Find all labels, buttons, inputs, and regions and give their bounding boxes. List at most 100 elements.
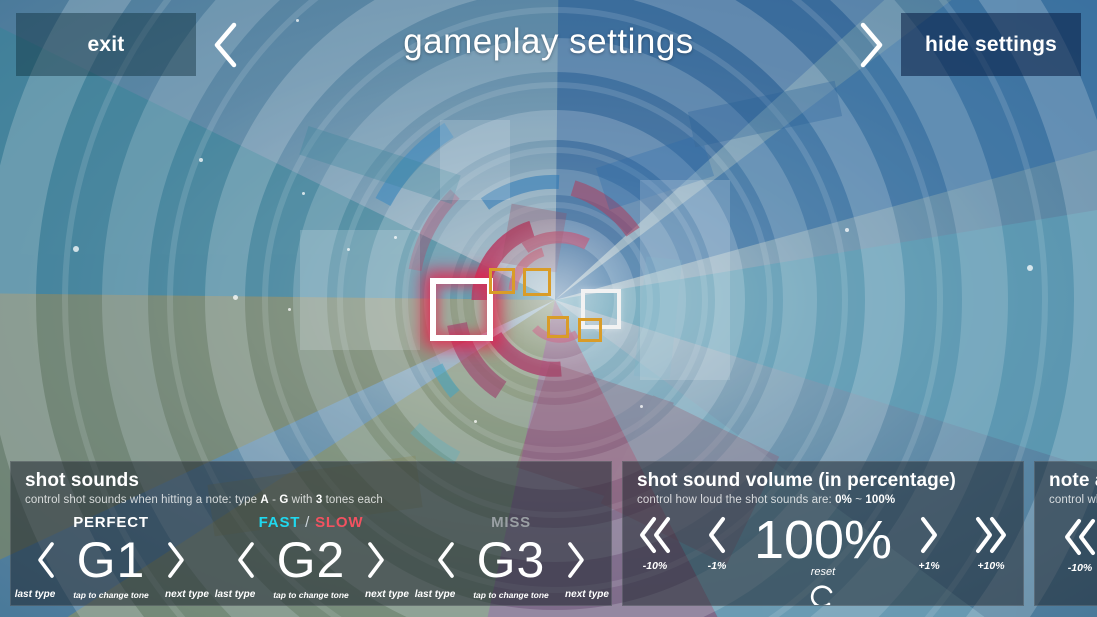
chevron-right-icon	[368, 542, 384, 578]
chevron-left-icon	[709, 517, 725, 553]
fast-slow-previous-type-label: last type	[214, 589, 256, 600]
shot-sounds-title: shot sounds	[25, 470, 140, 491]
perfect-tone-hint-label: tap to change tone	[73, 590, 149, 600]
note-square-amber-3	[547, 316, 569, 338]
miss-tone-value[interactable]: G3	[465, 535, 557, 585]
volume-subtitle: control how loud the shot sounds are: 0%…	[623, 492, 1023, 506]
fast-slow-tone-value[interactable]: G2	[265, 535, 357, 585]
particle-star	[233, 295, 238, 300]
particle-star	[73, 246, 79, 252]
particle-star	[845, 228, 849, 232]
fast-slow-previous-type-button[interactable]	[233, 540, 259, 580]
tone-group-fast-slow-labels: last type tap to change tone next type	[211, 589, 411, 600]
settings-panels: shot sounds control shot sounds when hit…	[0, 450, 1097, 617]
volume-decrease-10-button[interactable]	[634, 512, 676, 558]
chevron-double-left-icon	[640, 517, 670, 553]
chevron-right-icon	[168, 542, 184, 578]
note-appearance-decrease-10-label: -10%	[1067, 562, 1093, 574]
tone-group-perfect-heading: PERFECT	[73, 514, 149, 531]
volume-decrease-10-control: -10%	[624, 512, 686, 572]
tone-group-miss-heading: MISS	[491, 514, 531, 531]
volume-controls-row: -10% -1% 100% reset +1% +10%	[623, 512, 1023, 605]
chevron-left-icon	[38, 542, 54, 578]
chevron-right-icon	[860, 22, 883, 68]
volume-decrease-1-label: -1%	[707, 560, 727, 572]
particle-star	[394, 236, 397, 239]
volume-subtitle-pre: control how loud the shot sounds are:	[637, 494, 836, 506]
fast-slow-next-type-button[interactable]	[363, 540, 389, 580]
shot-sounds-subtitle-a: A	[260, 494, 269, 506]
volume-increase-10-label: +10%	[977, 560, 1005, 572]
slow-label: SLOW	[315, 514, 364, 531]
volume-subtitle-min: 0%	[835, 494, 852, 506]
hide-settings-button[interactable]: hide settings	[901, 13, 1081, 76]
volume-increase-10-button[interactable]	[970, 512, 1012, 558]
tone-group-perfect: PERFECT G1 last type tap to change tone …	[11, 514, 211, 605]
miss-previous-type-label: last type	[414, 589, 456, 600]
particle-star	[302, 192, 305, 195]
chevron-right-icon	[568, 542, 584, 578]
panel-shot-sounds: shot sounds control shot sounds when hit…	[10, 461, 612, 606]
chevron-right-icon	[921, 517, 937, 553]
tone-group-fast-slow-heading: FAST / SLOW	[211, 514, 411, 531]
particle-star	[474, 420, 477, 423]
volume-title: shot sound volume (in percentage)	[637, 470, 956, 491]
note-appearance-controls-row: -10%	[1035, 514, 1097, 574]
shot-sounds-subtitle: control shot sounds when hitting a note:…	[11, 492, 611, 506]
note-square-amber-2	[523, 268, 551, 296]
note-appearance-decrease-10-control: -10%	[1049, 514, 1097, 574]
shot-sounds-subtitle-dash: -	[268, 494, 280, 506]
fast-slow-slash: /	[300, 514, 316, 531]
miss-previous-type-button[interactable]	[433, 540, 459, 580]
volume-reset-label: reset	[810, 566, 836, 578]
note-square-amber-4	[578, 318, 602, 342]
particle-star	[288, 308, 291, 311]
volume-increase-1-control: +1%	[898, 512, 960, 572]
volume-increase-1-button[interactable]	[914, 512, 944, 558]
note-appearance-title: note ap	[1049, 470, 1097, 491]
particle-star	[347, 248, 350, 251]
top-bar: exit gameplay settings hide settings	[0, 0, 1097, 90]
volume-increase-1-label: +1%	[918, 560, 940, 572]
note-square-amber-1	[489, 268, 515, 294]
app-root: exit gameplay settings hide settings sho…	[0, 0, 1097, 617]
miss-next-type-label: next type	[565, 589, 609, 600]
perfect-next-type-button[interactable]	[163, 540, 189, 580]
chevron-double-left-icon	[1065, 519, 1095, 555]
fast-label: FAST	[258, 514, 301, 531]
note-appearance-subtitle: control wh	[1049, 494, 1097, 506]
perfect-tone-value[interactable]: G1	[65, 535, 157, 585]
volume-decrease-1-button[interactable]	[702, 512, 732, 558]
particle-star	[199, 158, 203, 162]
tone-group-miss-labels: last type tap to change tone next type	[411, 589, 611, 600]
shot-sounds-subtitle-mid: with	[288, 494, 316, 506]
volume-value-control: 100% reset	[748, 512, 898, 605]
volume-reset-button[interactable]	[807, 579, 839, 605]
volume-decrease-1-control: -1%	[686, 512, 748, 572]
fast-slow-next-type-label: next type	[365, 589, 409, 600]
next-settings-page-button[interactable]	[850, 20, 892, 70]
note-appearance-decrease-10-button[interactable]	[1059, 514, 1097, 560]
tone-group-perfect-controls: G1	[11, 534, 211, 586]
volume-decrease-10-label: -10%	[642, 560, 668, 572]
note-square-hit	[430, 278, 493, 341]
volume-value[interactable]: 100%	[754, 512, 892, 568]
perfect-previous-type-label: last type	[14, 589, 56, 600]
reset-circular-arrow-icon	[810, 585, 833, 605]
particle-star	[640, 405, 643, 408]
tone-group-fast-slow: FAST / SLOW G2 last type tap to change t…	[211, 514, 411, 605]
shot-sounds-subtitle-pre: control shot sounds when hitting a note:…	[25, 494, 261, 506]
miss-next-type-button[interactable]	[563, 540, 589, 580]
fast-slow-tone-hint-label: tap to change tone	[273, 590, 349, 600]
volume-subtitle-max: 100%	[865, 494, 896, 506]
tone-groups-row: PERFECT G1 last type tap to change tone …	[11, 514, 611, 605]
shot-sounds-subtitle-post: tones each	[322, 494, 383, 506]
tone-group-fast-slow-controls: G2	[211, 534, 411, 586]
chevron-left-icon	[438, 542, 454, 578]
perfect-previous-type-button[interactable]	[33, 540, 59, 580]
perfect-next-type-label: next type	[165, 589, 209, 600]
panel-shot-sound-volume: shot sound volume (in percentage) contro…	[622, 461, 1024, 606]
miss-tone-hint-label: tap to change tone	[473, 590, 549, 600]
particle-star	[1027, 265, 1033, 271]
volume-increase-10-control: +10%	[960, 512, 1022, 572]
